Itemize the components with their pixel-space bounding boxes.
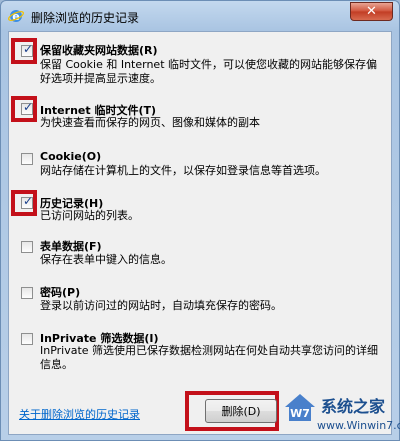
option-title: Cookie(O)	[40, 150, 102, 163]
dialog-body: ✓ 保留收藏夹网站数据(R) 保留 Cookie 和 Internet 临时文件…	[8, 31, 392, 435]
delete-button[interactable]: 删除(D)	[205, 399, 277, 423]
watermark-name: 系统之家	[321, 397, 386, 416]
watermark-url: www.Winwin7.com	[317, 419, 400, 432]
option-description: 保存在表单中键入的信息。	[40, 253, 172, 266]
option-description: 保留 Cookie 和 Internet 临时文件，可以使您收藏的网站能够保存偏…	[40, 58, 377, 85]
checkmark-icon: ✓	[23, 100, 34, 114]
title-bar: e 删除浏览的历史记录 ✕	[1, 1, 399, 31]
option-description: InPrivate 筛选使用已保存数据检测网站在何处自动共享您访问的详细信息。	[40, 344, 379, 371]
checkbox-temp-files[interactable]: ✓	[21, 100, 34, 115]
checkbox-inprivate[interactable]	[21, 333, 33, 345]
checkmark-icon: ✓	[23, 194, 34, 208]
checkbox-passwords[interactable]	[21, 287, 33, 299]
about-delete-history-link[interactable]: 关于删除浏览的历史记录	[19, 406, 140, 422]
watermark: W7 系统之家 www.Winwin7.com	[277, 387, 400, 439]
window-title: 删除浏览的历史记录	[31, 11, 140, 25]
close-button[interactable]: ✕	[350, 2, 393, 21]
internet-explorer-icon: e	[8, 10, 24, 23]
option-description: 网站存储在计算机上的文件，以保存如登录信息等首选项。	[40, 164, 326, 177]
delete-history-dialog: e 删除浏览的历史记录 ✕ ✓ 保留收藏夹网站数据(R) 保留 Cookie 和…	[0, 0, 400, 441]
checkbox-preserve-favorites[interactable]: ✓	[21, 42, 34, 57]
option-description: 登录以前访问过的网站时，自动填充保存的密码。	[40, 299, 282, 312]
option-title: 保留收藏夹网站数据(R)	[40, 44, 158, 57]
checkbox-cookies[interactable]	[21, 153, 33, 165]
option-title: 表单数据(F)	[40, 240, 102, 253]
checkbox-form-data[interactable]	[21, 241, 33, 253]
svg-text:W7: W7	[290, 407, 310, 420]
house-logo-icon: W7	[285, 394, 315, 421]
checkbox-history[interactable]: ✓	[21, 194, 34, 209]
option-title: 密码(P)	[40, 286, 81, 299]
checkmark-icon: ✓	[23, 42, 34, 56]
close-icon: ✕	[366, 4, 377, 19]
option-description: 为快速查看而保存的网页、图像和媒体的副本	[40, 116, 260, 129]
option-description: 已访问网站的列表。	[40, 209, 139, 222]
